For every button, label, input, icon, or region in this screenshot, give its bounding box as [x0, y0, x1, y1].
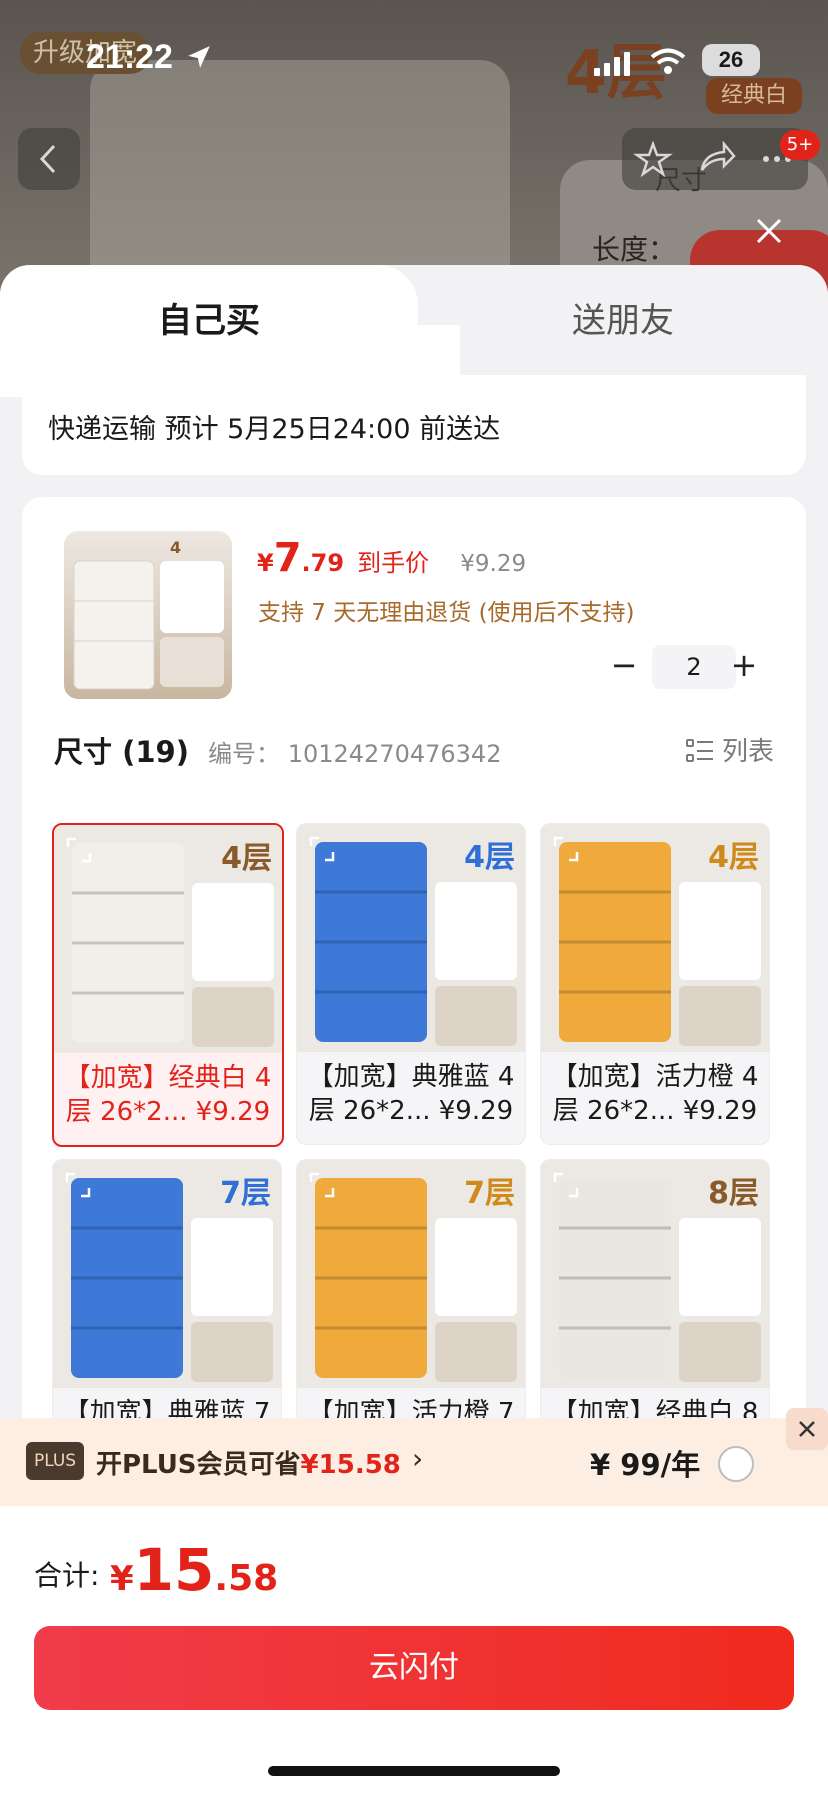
- final-price: ¥7.79: [257, 535, 345, 581]
- product-code: 编号： 10124270476342: [208, 740, 502, 768]
- plus-select-radio[interactable]: [718, 1446, 754, 1482]
- delivery-card: 快递运输 预计 5月25日24:00 前送达: [22, 375, 806, 475]
- background-length-label: 长度：: [592, 233, 677, 266]
- share-icon[interactable]: [684, 128, 746, 190]
- unionpay-quickpass-button[interactable]: 云闪付: [34, 1626, 794, 1710]
- spec-tile-floor: 4层: [464, 840, 515, 875]
- spec-tile[interactable]: 4层【加宽】活力橙 4层 26*2... ¥9.29: [540, 823, 770, 1145]
- plus-close-button[interactable]: [786, 1408, 828, 1450]
- spec-tile-floor: 8层: [708, 1176, 759, 1211]
- total-currency: ¥: [110, 1559, 134, 1599]
- list-view-toggle[interactable]: 列表: [685, 731, 774, 768]
- plus-logo: PLUS: [26, 1442, 84, 1480]
- spec-tile-label: 【加宽】活力橙 4层 26*2... ¥9.29: [551, 1062, 759, 1126]
- svg-text:4: 4: [170, 538, 181, 557]
- final-price-tag: 到手价: [357, 549, 430, 577]
- signal-icon: [594, 52, 630, 76]
- original-price: ¥9.29: [460, 551, 527, 577]
- plus-promo-label: 开PLUS会员可省: [96, 1450, 301, 1480]
- spec-tile[interactable]: 4层【加宽】经典白 4层 26*2... ¥9.29: [52, 823, 284, 1147]
- plus-price: ¥ 99/年: [590, 1448, 701, 1482]
- price-integer: 7: [273, 535, 302, 581]
- location-arrow-icon: [188, 46, 210, 68]
- top-action-pill[interactable]: [622, 128, 808, 190]
- total-label: 合计:: [34, 1559, 100, 1592]
- expand-icon[interactable]: [551, 1170, 581, 1200]
- chevron-left-icon: [39, 144, 56, 174]
- tab-friend-label: 送朋友: [572, 301, 674, 341]
- wifi-icon: [650, 48, 686, 74]
- plus-save-amount: ¥15.58: [300, 1450, 401, 1480]
- spec-tile-floor: 4层: [221, 841, 272, 876]
- spec-tile-label: 【加宽】经典白 4层 26*2... ¥9.29: [64, 1063, 272, 1127]
- star-icon[interactable]: [622, 128, 684, 190]
- total-decimal: .58: [214, 1558, 279, 1599]
- tab-send-to-friend[interactable]: 送朋友: [418, 265, 828, 365]
- battery-indicator: 26: [702, 44, 760, 76]
- chevron-right-icon: ›: [412, 1442, 424, 1475]
- plus-promo-text: 开PLUS会员可省¥15.58: [96, 1444, 401, 1481]
- close-icon: [799, 1421, 815, 1437]
- list-icon: [685, 739, 713, 762]
- spec-tile[interactable]: 4层【加宽】典雅蓝 4层 26*2... ¥9.29: [296, 823, 526, 1145]
- price-currency: ¥: [257, 549, 274, 577]
- list-label: 列表: [721, 737, 774, 767]
- sheet-close-icon[interactable]: [752, 214, 786, 248]
- shoe-rack-thumbnail-image: 4: [73, 538, 224, 690]
- status-bar: 21:22 26: [0, 0, 828, 120]
- product-thumbnail[interactable]: 4: [64, 531, 232, 699]
- checkout-footer: 合计: ¥15.58 云闪付: [0, 1506, 828, 1796]
- return-policy: 支持 7 天无理由退货 (使用后不支持): [258, 600, 635, 626]
- quantity-increase-button[interactable]: +: [724, 645, 764, 689]
- expand-icon[interactable]: [64, 835, 94, 865]
- back-button[interactable]: [18, 128, 80, 190]
- quantity-decrease-button[interactable]: −: [604, 645, 644, 689]
- message-count-badge: 5+: [780, 130, 820, 160]
- spec-tile-floor: 7层: [220, 1176, 271, 1211]
- price-decimal: .79: [301, 549, 345, 577]
- spec-tile-label: 【加宽】典雅蓝 4层 26*2... ¥9.29: [307, 1062, 515, 1126]
- expand-icon[interactable]: [307, 1170, 337, 1200]
- plus-membership-bar[interactable]: PLUS 开PLUS会员可省¥15.58 › ¥ 99/年: [0, 1408, 828, 1506]
- expand-icon[interactable]: [551, 834, 581, 864]
- spec-header: 尺寸 (19) 编号： 10124270476342 列表: [54, 729, 774, 769]
- tab-self-label: 自己买: [158, 301, 260, 341]
- purchase-sheet: 自己买 送朋友 快递运输 预计 5月25日24:00 前送达 4 ¥7.79 到…: [0, 265, 828, 1796]
- home-indicator: [268, 1766, 560, 1776]
- total-integer: 15: [133, 1536, 215, 1604]
- spec-tile-floor: 4层: [708, 840, 759, 875]
- expand-icon[interactable]: [307, 834, 337, 864]
- spec-title: 尺寸 (19): [54, 735, 189, 769]
- expand-icon[interactable]: [63, 1170, 93, 1200]
- total-amount: ¥15.58: [110, 1536, 278, 1604]
- status-time: 21:22: [86, 38, 173, 76]
- delivery-estimate: 快递运输 预计 5月25日24:00 前送达: [48, 414, 501, 445]
- price-line: ¥7.79 到手价 ¥9.29: [257, 535, 526, 581]
- spec-tile-floor: 7层: [464, 1176, 515, 1211]
